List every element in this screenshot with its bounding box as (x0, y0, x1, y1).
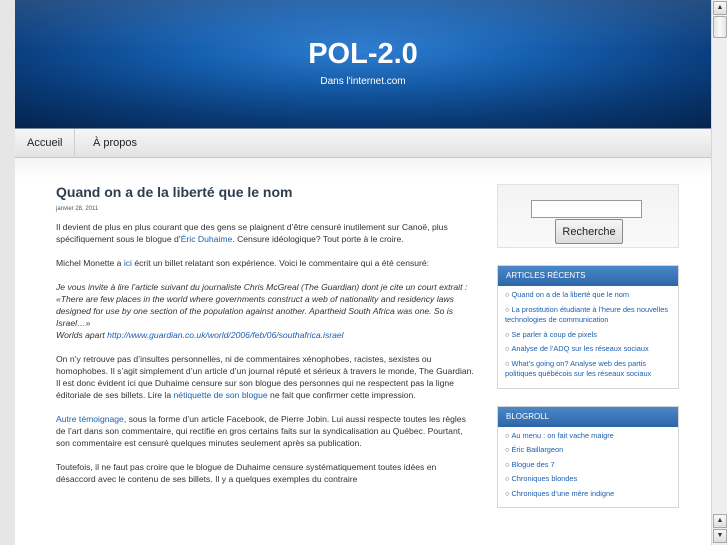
page: POL-2.0 Dans l'internet.com Accueil À pr… (0, 0, 727, 545)
post-paragraph: Il devient de plus en plus courant que d… (56, 221, 474, 245)
content-wrap: POL-2.0 Dans l'internet.com Accueil À pr… (15, 0, 711, 545)
blogroll-link[interactable]: Éric Baillargeon (511, 445, 563, 454)
recent-post-link[interactable]: What’s going on? Analyse web des partis … (505, 359, 651, 379)
blogroll-link[interactable]: Au menu : on fait vache maigre (511, 431, 613, 440)
post-paragraph: Michel Monette a ici écrit un billet rel… (56, 257, 474, 269)
nav-bar: Accueil À propos (15, 128, 711, 158)
bullet-icon: ○ (505, 304, 510, 314)
recent-posts-list: ○ Quand on a de la liberté que le nom ○ La… (498, 286, 678, 388)
eric-duhaime-link[interactable]: Éric Duhaime (181, 234, 233, 244)
blogroll-list: ○ Au menu : on fait vache maigre ○ Éric Ba… (498, 427, 678, 508)
netiquette-link[interactable]: nétiquette de son blogue (174, 390, 268, 400)
guardian-link[interactable]: http://www.guardian.co.uk/world/2006/feb… (107, 330, 343, 340)
blogroll-item[interactable]: ○ Chroniques d’une mère indigne (505, 489, 671, 500)
paragraph-text: . Censure idéologique? Tout porte à le c… (232, 234, 404, 244)
recent-post-item[interactable]: ○ What’s going on? Analyse web des partis… (505, 359, 671, 380)
bullet-icon: ○ (505, 329, 510, 339)
quote-line: «There are few places in the world where… (56, 294, 454, 328)
search-widget: Recherche (497, 184, 679, 248)
ici-link[interactable]: ici (124, 258, 132, 268)
blogroll-link[interactable]: Chroniques d’une mère indigne (511, 489, 614, 498)
bullet-icon: ○ (505, 358, 510, 368)
scroll-down-icon[interactable]: ▼ (713, 529, 727, 543)
bullet-icon: ○ (505, 459, 510, 469)
blogroll-widget: BLOGROLL ○ Au menu : on fait vache maigre… (497, 405, 679, 508)
scrollbar-thumb[interactable] (713, 16, 727, 38)
post-title[interactable]: Quand on a de la liberté que le nom (56, 184, 474, 200)
quote-line: Worlds apart (56, 330, 108, 340)
post-paragraph: On n’y retrouve pas d’insultes personnel… (56, 353, 474, 401)
blogroll-item[interactable]: ○ Chroniques blondes (505, 474, 671, 485)
vertical-scrollbar[interactable]: ▲ ▲ ▼ (711, 0, 727, 545)
recent-post-link[interactable]: La prostitution étudiante à l’heure des … (505, 305, 668, 325)
quote-line: Je vous invite à lire l’article suivant … (56, 282, 468, 292)
censored-comment-quote: Je vous invite à lire l’article suivant … (56, 281, 474, 341)
post-paragraph: Toutefois, il ne faut pas croire que le … (56, 461, 474, 485)
nav-item-home[interactable]: Accueil (15, 129, 76, 158)
paragraph-text: ne fait que confirmer cette impression. (267, 390, 416, 400)
blogroll-link[interactable]: Blogue des 7 (511, 460, 554, 469)
blogroll-item[interactable]: ○ Blogue des 7 (505, 460, 671, 471)
recent-post-item[interactable]: ○ Analyse de l’ADQ sur les réseaux sociau… (505, 344, 671, 355)
widget-title: BLOGROLL (498, 406, 678, 427)
recent-posts-widget: ARTICLES RÉCENTS ○ Quand on a de la liber… (497, 265, 679, 389)
paragraph-text: écrit un billet relatant son expérience.… (131, 258, 430, 268)
site-header: POL-2.0 Dans l'internet.com (15, 0, 711, 128)
bullet-icon: ○ (505, 488, 510, 498)
recent-post-link[interactable]: Se parler à coup de pixels (511, 330, 596, 339)
bullet-icon: ○ (505, 474, 510, 483)
blogroll-link[interactable]: Chroniques blondes (511, 474, 577, 483)
main-content: Quand on a de la liberté que le nom janv… (56, 184, 474, 485)
blogroll-item[interactable]: ○ Au menu : on fait vache maigre (505, 431, 671, 442)
bullet-icon: ○ (505, 430, 510, 440)
blogroll-item[interactable]: ○ Éric Baillargeon (505, 445, 671, 456)
bullet-icon: ○ (505, 344, 510, 353)
paragraph-text: Michel Monette a (56, 258, 124, 268)
recent-post-item[interactable]: ○ La prostitution étudiante à l’heure des… (505, 305, 671, 326)
nav-shadow (15, 158, 711, 180)
paragraph-text: Toutefois, il ne faut pas croire que le … (56, 462, 437, 484)
recent-post-link[interactable]: Quand on a de la liberté que le nom (511, 290, 629, 299)
post-date: janvier 28, 2011 (56, 206, 99, 212)
page-margin (0, 0, 15, 545)
bullet-icon: ○ (505, 445, 510, 454)
search-input[interactable] (531, 200, 642, 218)
search-button[interactable]: Recherche (555, 219, 623, 244)
site-tagline: Dans l'internet.com (320, 76, 406, 87)
post-paragraph: Autre témoignage, sous la forme d’un art… (56, 413, 474, 449)
nav-item-about[interactable]: À propos (81, 129, 149, 158)
recent-post-item[interactable]: ○ Quand on a de la liberté que le nom (505, 290, 671, 301)
scroll-up-icon[interactable]: ▲ (713, 514, 727, 528)
widget-title: ARTICLES RÉCENTS (498, 266, 678, 286)
bullet-icon: ○ (505, 290, 510, 299)
scroll-up-icon[interactable]: ▲ (713, 1, 727, 15)
autre-temoignage-link[interactable]: Autre témoignage (56, 414, 124, 424)
site-title[interactable]: POL-2.0 (15, 38, 711, 71)
recent-post-item[interactable]: ○ Se parler à coup de pixels (505, 330, 671, 341)
sidebar: Recherche ARTICLES RÉCENTS ○ Quand on a d… (497, 184, 679, 508)
recent-post-link[interactable]: Analyse de l’ADQ sur les réseaux sociaux (511, 344, 648, 353)
